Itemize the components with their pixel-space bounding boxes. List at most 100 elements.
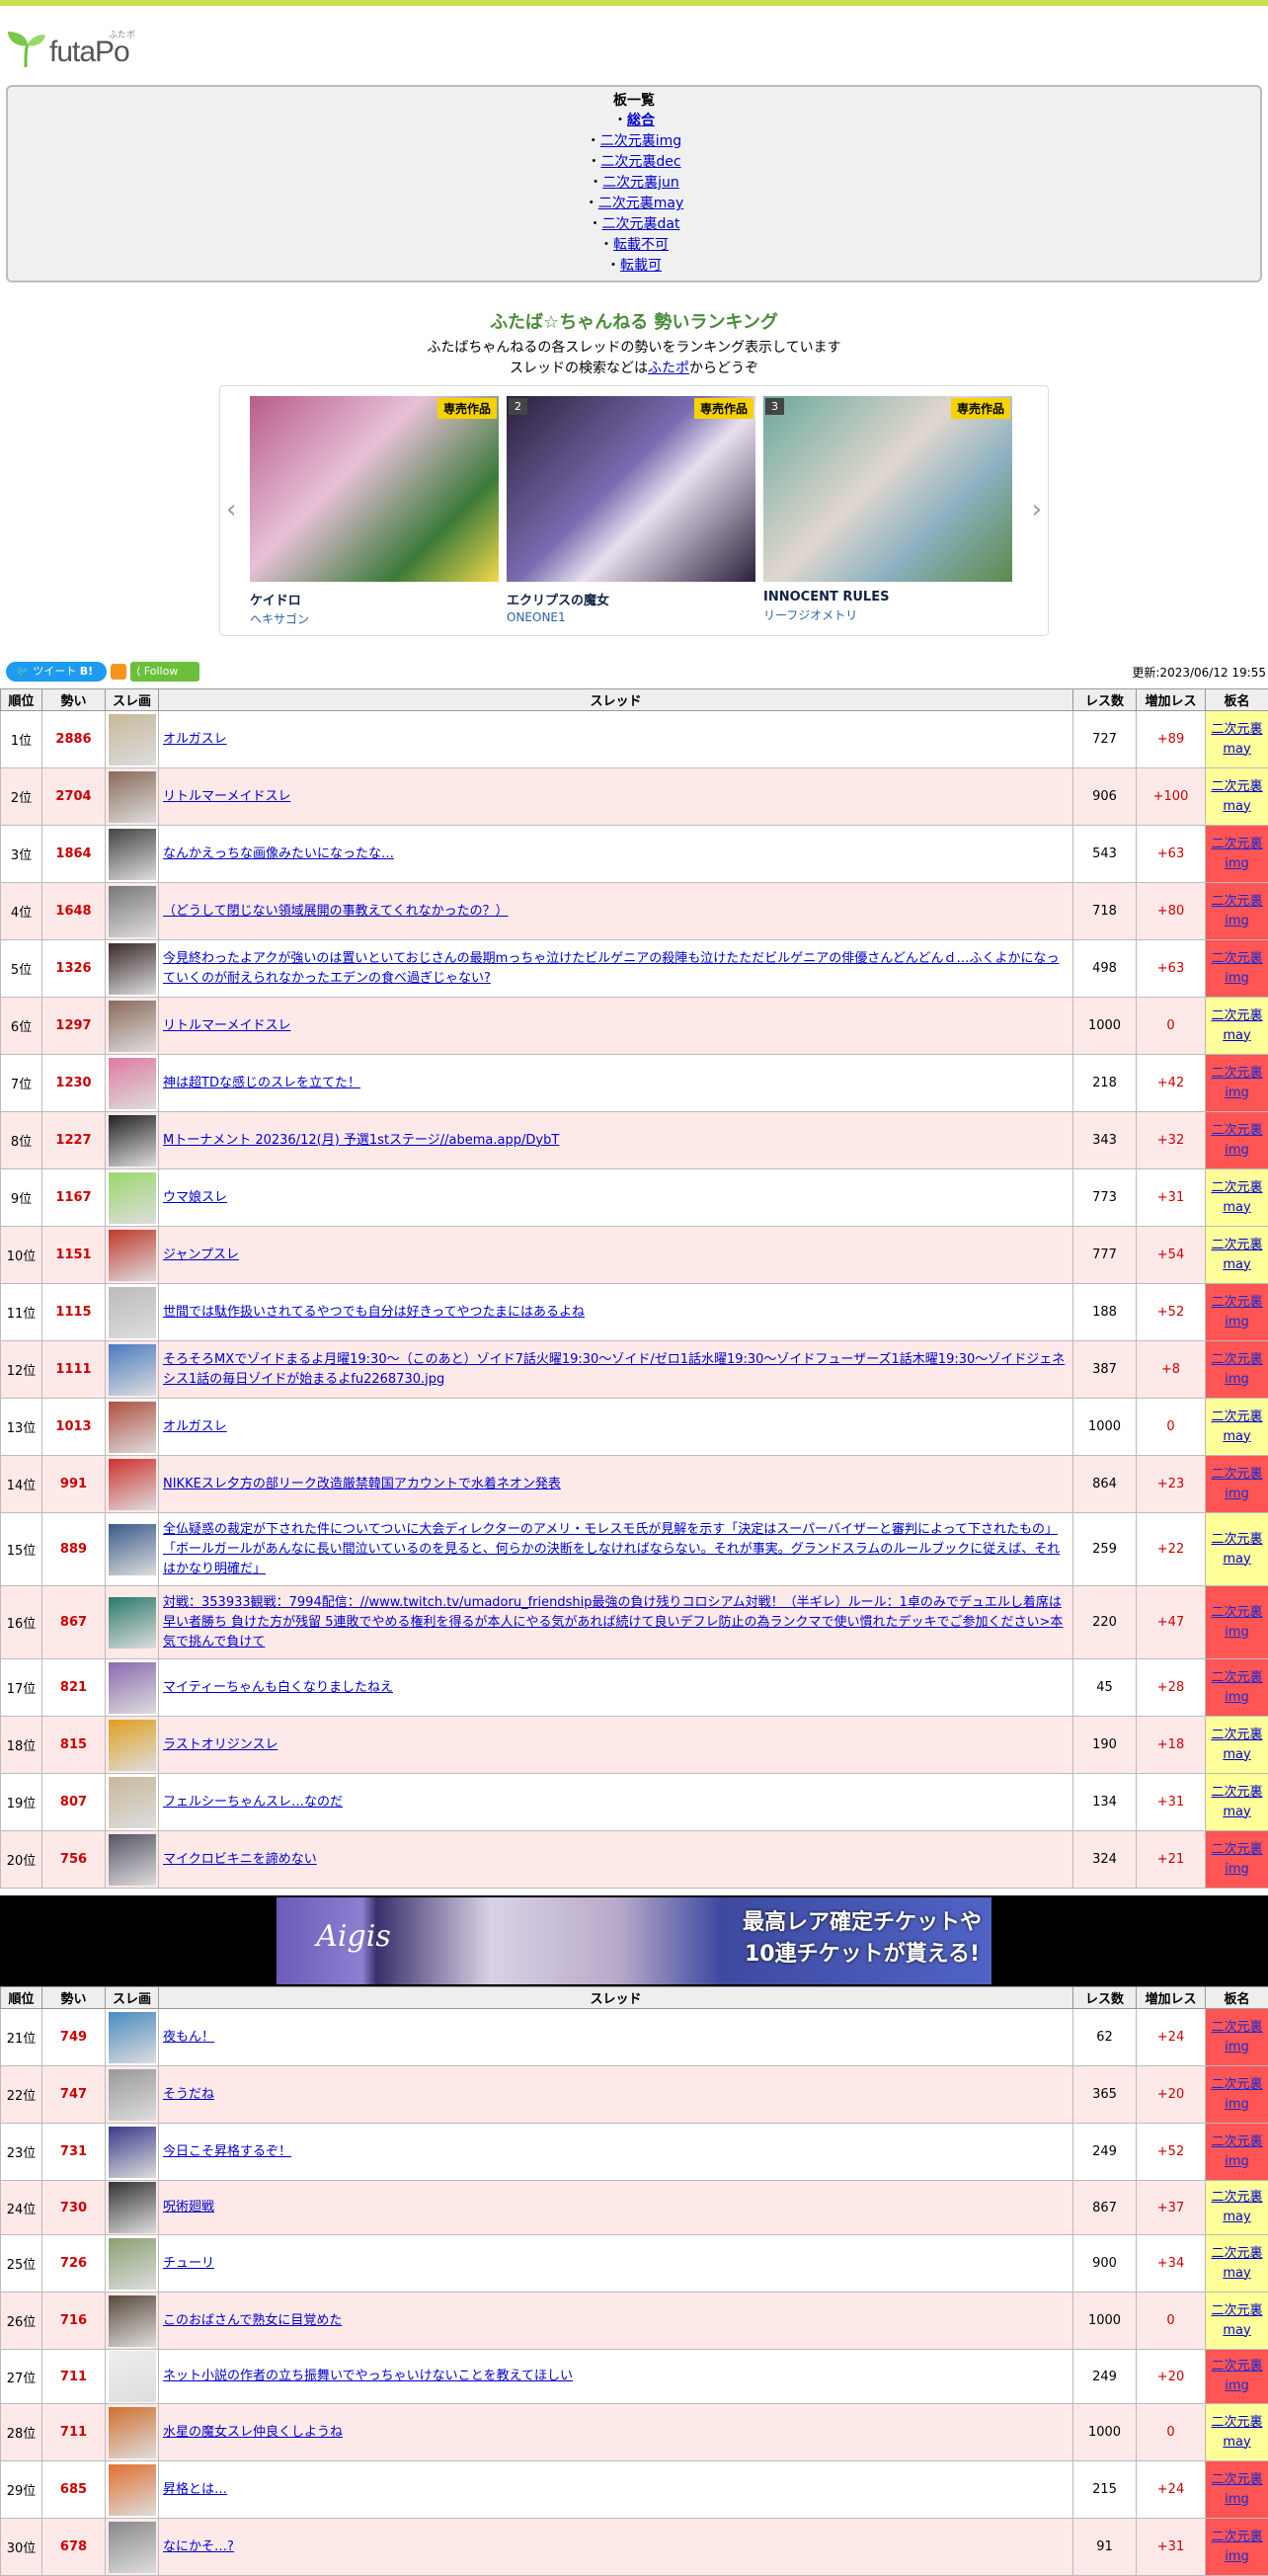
thread-link[interactable]: ラストオリジンスレ — [163, 1737, 277, 1752]
board-name-link[interactable]: 二次元裏img — [1211, 1295, 1262, 1329]
board-link-tensai-ka[interactable]: 転載可 — [620, 258, 662, 274]
board-link-may[interactable]: 二次元裏may — [598, 196, 684, 211]
board-name-link[interactable]: 二次元裏img — [1211, 894, 1262, 928]
board-name-link[interactable]: 二次元裏may — [1211, 1238, 1262, 1272]
board-name-link[interactable]: 二次元裏img — [1211, 2472, 1262, 2507]
board-name-link[interactable]: 二次元裏img — [1211, 837, 1262, 871]
thread-link[interactable]: 今日こそ昇格するぞ！ — [163, 2144, 291, 2159]
thumb-cell[interactable] — [106, 1586, 159, 1659]
thread-link[interactable]: Mトーナメント 20236/12(月) 予選1stステージ//abema.app… — [163, 1133, 559, 1148]
carousel-item[interactable]: 2 専売作品 エクリプスの魔女 ONEONE1 — [507, 396, 755, 623]
thread-thumbnail[interactable] — [109, 2351, 156, 2402]
board-name-link[interactable]: 二次元裏may — [1211, 1532, 1262, 1567]
thread-link[interactable]: マイクロビキニを諦めない — [163, 1852, 317, 1867]
thread-link[interactable]: 呪術廻戦 — [163, 2200, 214, 2214]
thumb-cell[interactable] — [106, 1456, 159, 1513]
thread-thumbnail[interactable] — [109, 2407, 156, 2458]
thumb-cell[interactable] — [106, 2124, 159, 2181]
thumb-cell[interactable] — [106, 883, 159, 940]
board-name-link[interactable]: 二次元裏may — [1211, 2303, 1262, 2338]
carousel-item[interactable]: 3 専売作品 INNOCENT RULES リーフジオメトリ — [763, 396, 1012, 623]
board-name-link[interactable]: 二次元裏may — [1211, 779, 1262, 814]
board-name-link[interactable]: 二次元裏may — [1211, 1728, 1262, 1762]
board-name-link[interactable]: 二次元裏img — [1211, 1066, 1262, 1100]
thumb-cell[interactable] — [106, 1831, 159, 1889]
board-name-link[interactable]: 二次元裏img — [1211, 951, 1262, 986]
thumb-cell[interactable] — [106, 1169, 159, 1227]
board-name-link[interactable]: 二次元裏may — [1211, 1180, 1262, 1215]
thumb-cell[interactable] — [106, 2461, 159, 2519]
thread-link[interactable]: ネット小説の作者の立ち振舞いでやっちゃいけないことを教えてほしい — [163, 2369, 573, 2383]
board-name-link[interactable]: 二次元裏may — [1211, 2190, 1262, 2224]
thread-thumbnail[interactable] — [109, 1459, 156, 1510]
thumb-cell[interactable] — [106, 2404, 159, 2461]
thumb-cell[interactable] — [106, 2235, 159, 2293]
thread-thumbnail[interactable] — [109, 1172, 156, 1224]
thread-thumbnail[interactable] — [109, 1001, 156, 1052]
thread-link[interactable]: オルガスレ — [163, 732, 227, 747]
thread-thumbnail[interactable] — [109, 2238, 156, 2290]
board-link-sougou[interactable]: 総合 — [627, 113, 655, 128]
carousel-prev-icon[interactable]: ‹ — [226, 495, 236, 524]
thread-link[interactable]: 対戦：353933観戦：7994配信：//www.twitch.tv/umado… — [163, 1595, 1063, 1650]
futapo-link[interactable]: ふたポ — [648, 361, 689, 376]
thumb-cell[interactable] — [106, 2181, 159, 2235]
board-name-link[interactable]: 二次元裏img — [1211, 2077, 1262, 2112]
thumb-cell[interactable] — [106, 2519, 159, 2576]
board-name-link[interactable]: 二次元裏img — [1211, 2359, 1262, 2393]
board-link-img[interactable]: 二次元裏img — [600, 133, 681, 149]
thread-link[interactable]: リトルマーメイドスレ — [163, 1018, 290, 1033]
thumb-cell[interactable] — [106, 768, 159, 826]
thread-link[interactable]: チューリ — [163, 2256, 214, 2271]
thread-thumbnail[interactable] — [109, 1230, 156, 1281]
thumb-cell[interactable] — [106, 2066, 159, 2124]
thread-link[interactable]: 今見終わったよアクが強いのは置いといておじさんの最期mっちゃ泣けたビルゲニアの殺… — [163, 951, 1059, 986]
board-name-link[interactable]: 二次元裏img — [1211, 2134, 1262, 2169]
thread-link[interactable]: （どうして閉じない領域展開の事教えてくれなかったの？） — [163, 904, 509, 919]
thread-link[interactable]: そうだね — [163, 2087, 214, 2102]
board-name-link[interactable]: 二次元裏may — [1211, 1409, 1262, 1444]
thumb-cell[interactable] — [106, 2293, 159, 2350]
thread-thumbnail[interactable] — [109, 1058, 156, 1109]
thumb-cell[interactable] — [106, 1717, 159, 1774]
tweet-button[interactable]: 🐦 ツイート B! — [6, 662, 107, 682]
thread-link[interactable]: 全仏疑惑の裁定が下された件についてついに大会ディレクターのアメリ・モレスモ氏が見… — [163, 1522, 1060, 1576]
site-logo[interactable]: futaPo ふたポ — [6, 24, 144, 73]
board-name-link[interactable]: 二次元裏img — [1211, 1467, 1262, 1501]
product-maker[interactable]: リーフジオメトリ — [763, 606, 1012, 623]
thumb-cell[interactable] — [106, 940, 159, 998]
thread-link[interactable]: なんかえっちな画像みたいになったな… — [163, 846, 394, 861]
thread-thumbnail[interactable] — [109, 829, 156, 880]
thumb-cell[interactable] — [106, 711, 159, 768]
thumb-cell[interactable] — [106, 2009, 159, 2066]
thread-thumbnail[interactable] — [109, 1524, 156, 1575]
thumb-cell[interactable] — [106, 998, 159, 1055]
board-name-link[interactable]: 二次元裏may — [1211, 1785, 1262, 1819]
board-link-dec[interactable]: 二次元裏dec — [600, 154, 680, 170]
thread-thumbnail[interactable] — [109, 1115, 156, 1167]
thread-thumbnail[interactable] — [109, 1834, 156, 1886]
thread-thumbnail[interactable] — [109, 1344, 156, 1396]
thread-link[interactable]: ジャンプスレ — [163, 1248, 239, 1262]
thread-link[interactable]: 世間では駄作扱いされてるやつでも自分は好きってやつたまにはあるよね — [163, 1305, 585, 1320]
board-name-link[interactable]: 二次元裏may — [1211, 1008, 1262, 1043]
thumb-cell[interactable] — [106, 826, 159, 883]
thread-thumbnail[interactable] — [109, 1777, 156, 1828]
thread-thumbnail[interactable] — [109, 2012, 156, 2063]
thumb-cell[interactable] — [106, 1055, 159, 1112]
thread-thumbnail[interactable] — [109, 714, 156, 765]
thread-link[interactable]: マイティーちゃんも白くなりましたねえ — [163, 1680, 393, 1695]
thread-thumbnail[interactable] — [109, 771, 156, 823]
thumb-cell[interactable] — [106, 1341, 159, 1399]
thread-thumbnail[interactable] — [109, 2127, 156, 2178]
thread-link[interactable]: オルガスレ — [163, 1419, 227, 1434]
board-name-link[interactable]: 二次元裏img — [1211, 1123, 1262, 1158]
carousel-item[interactable]: 専売作品 ケイドロ ヘキサゴン — [250, 396, 499, 623]
product-maker[interactable]: ヘキサゴン — [250, 610, 499, 627]
rss-icon[interactable] — [111, 664, 126, 680]
thread-thumbnail[interactable] — [109, 943, 156, 995]
carousel-next-icon[interactable]: › — [1032, 495, 1042, 524]
thumb-cell[interactable] — [106, 1774, 159, 1831]
thread-link[interactable]: フェルシーちゃんスレ…なのだ — [163, 1795, 343, 1810]
thread-link[interactable]: NIKKEスレ夕方の部リーク改造厳禁韓国アカウントで水着ネオン発表 — [163, 1477, 561, 1491]
